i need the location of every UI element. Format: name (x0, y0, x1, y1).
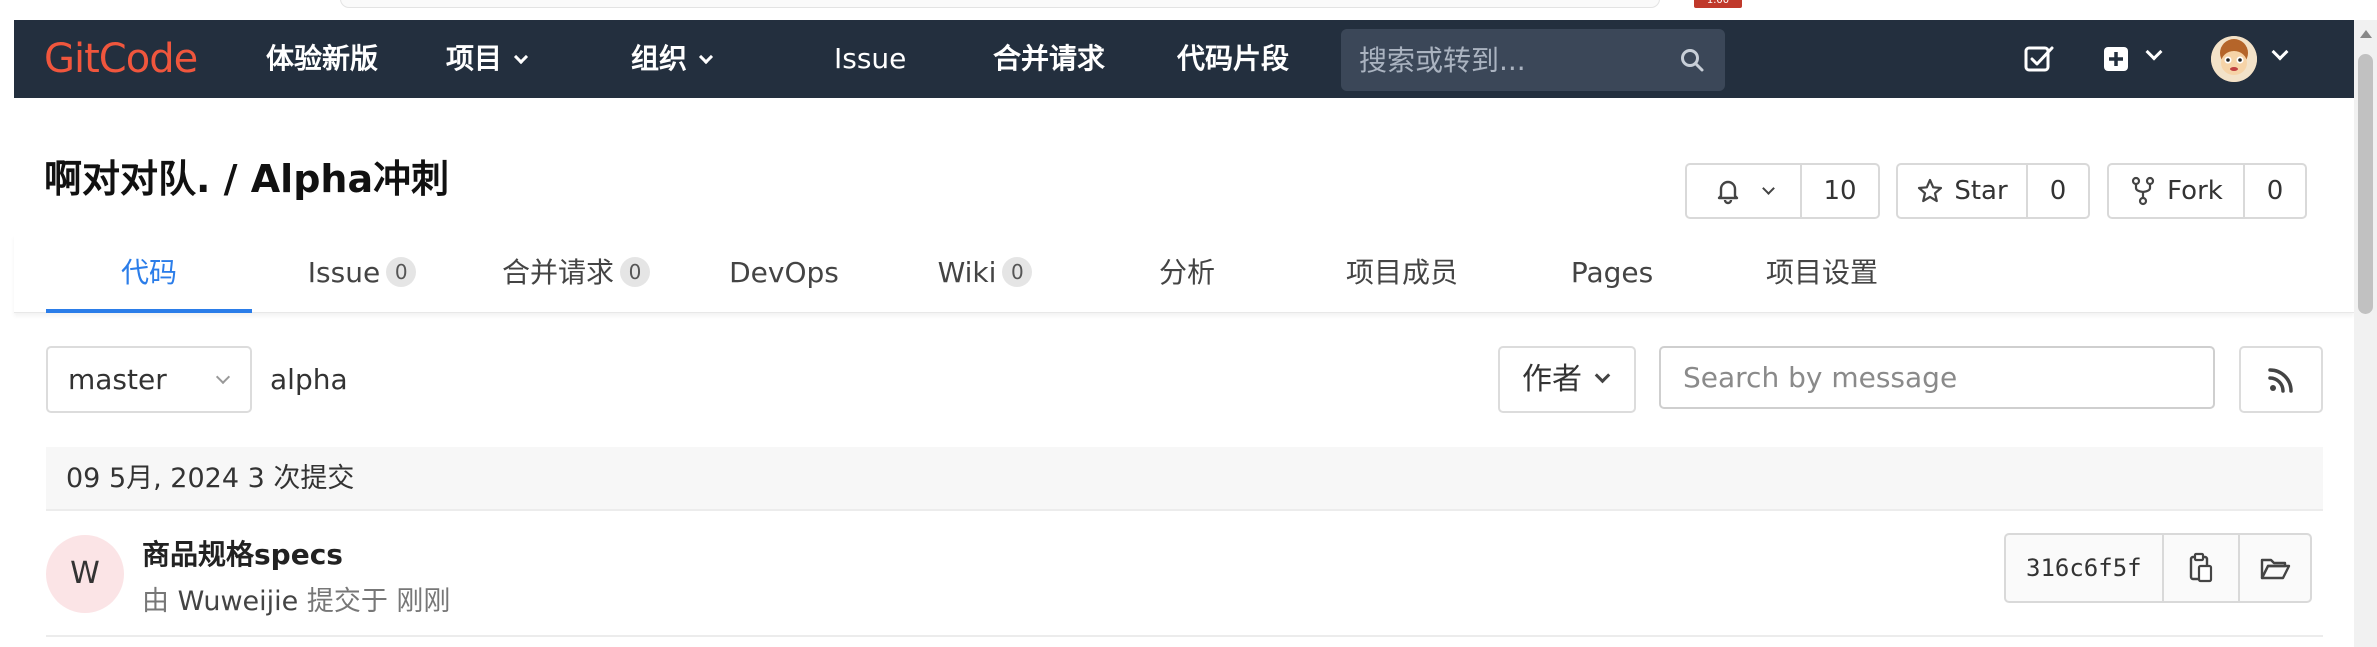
chevron-down-icon (1594, 367, 1611, 384)
nav-merge-requests-label: 合并请求 (993, 42, 1106, 75)
commit-meta-suffix: 提交于 刚刚 (306, 586, 451, 617)
branch-select[interactable]: master (46, 346, 252, 413)
browse-files-button[interactable] (2237, 535, 2310, 601)
star-button-group: Star 0 (1896, 163, 2090, 219)
chevron-down-icon (698, 49, 714, 65)
tab-issue-label: Issue (307, 256, 381, 289)
chevron-down-icon[interactable] (2145, 43, 2163, 61)
tab-settings[interactable]: 项目设置 (1752, 235, 1892, 313)
rss-feed-button[interactable] (2239, 346, 2323, 413)
nav-merge-requests[interactable]: 合并请求 (993, 20, 1105, 98)
commit-sha-group: 316c6f5f (2004, 533, 2312, 603)
tab-wiki-count: 0 (1002, 257, 1033, 287)
tab-analytics[interactable]: 分析 (1142, 235, 1232, 313)
global-search-input[interactable] (1341, 29, 1671, 91)
nav-projects[interactable]: 项目 (446, 20, 529, 98)
nav-issue-label: Issue (834, 42, 907, 75)
tab-devops[interactable]: DevOps (714, 235, 854, 313)
tab-issue-count: 0 (386, 257, 417, 287)
path-breadcrumb[interactable]: alpha (270, 363, 348, 396)
clipboard-icon (2189, 552, 2212, 583)
fork-count[interactable]: 0 (2243, 165, 2305, 217)
chevron-down-icon (215, 369, 231, 385)
chevron-down-icon (513, 49, 529, 65)
nav-groups[interactable]: 组织 (631, 20, 714, 98)
browser-badge: 1.00 (1694, 0, 1742, 8)
star-count[interactable]: 0 (2026, 165, 2088, 217)
avatar-image (2211, 36, 2257, 82)
global-search (1341, 29, 1725, 91)
star-button[interactable]: Star (1898, 165, 2026, 217)
chevron-down-icon[interactable] (2271, 43, 2289, 61)
copy-sha-button[interactable] (2161, 535, 2238, 601)
tab-analytics-label: 分析 (1158, 256, 1215, 289)
top-navbar: GitCode 体验新版 项目 组织 Issue 合并请求 代码片段 (14, 20, 2354, 98)
branch-select-value: master (68, 363, 167, 396)
nav-projects-label: 项目 (446, 42, 503, 75)
tab-wiki-label: Wiki (937, 256, 997, 289)
notification-settings-button[interactable] (1687, 165, 1800, 217)
commit-row: W 商品规格specs 由 Wuweijie 提交于 刚刚 316c6f5f (46, 513, 2323, 637)
tab-issue[interactable]: Issue 0 (296, 235, 428, 313)
commit-meta-prefix: 由 (142, 586, 169, 617)
commit-sha: 316c6f5f (2026, 554, 2142, 582)
rss-icon (2268, 368, 2293, 393)
scroll-up-arrow-icon[interactable] (2360, 30, 2372, 38)
chevron-down-icon (1762, 181, 1775, 195)
bell-icon (1717, 180, 1739, 205)
tab-code[interactable]: 代码 (46, 235, 252, 313)
fork-button[interactable]: Fork (2109, 165, 2243, 217)
commit-title[interactable]: 商品规格specs (142, 533, 343, 573)
user-avatar[interactable] (2211, 36, 2257, 82)
tab-members-label: 项目成员 (1345, 256, 1458, 289)
commit-day-header: 09 5月, 2024 3 次提交 (46, 447, 2323, 511)
star-icon (1918, 178, 1943, 203)
fork-label: Fork (2167, 176, 2223, 206)
page: GitCode 体验新版 项目 组织 Issue 合并请求 代码片段 搜索或转到… (14, 20, 2354, 647)
nav-groups-label: 组织 (631, 42, 688, 75)
author-filter-button[interactable]: 作者 (1498, 346, 1636, 413)
notification-button-group: 10 (1685, 163, 1880, 219)
tab-members[interactable]: 项目成员 (1332, 235, 1472, 313)
tab-code-label: 代码 (120, 256, 177, 289)
nav-try-new[interactable]: 体验新版 (266, 20, 378, 98)
gitcode-logo[interactable]: GitCode (44, 34, 198, 84)
tab-merge-requests-label: 合并请求 (501, 256, 614, 289)
scrollbar-thumb[interactable] (2358, 54, 2373, 314)
nav-issue[interactable]: Issue (834, 20, 906, 98)
project-tabs: 代码 Issue 0 合并请求 0 DevOps Wiki 0 分析 项目成员 Pag… (14, 235, 2354, 313)
browser-address-bar[interactable] (340, 0, 1660, 8)
commit-meta: 由 Wuweijie 提交于 刚刚 (142, 579, 450, 618)
star-label: Star (1954, 176, 2008, 206)
tab-merge-requests-count: 0 (620, 257, 650, 287)
commit-sha-link[interactable]: 316c6f5f (2006, 535, 2162, 601)
logo-text: GitCode (44, 36, 198, 82)
tab-merge-requests[interactable]: 合并请求 0 (486, 235, 666, 313)
nav-snippets[interactable]: 代码片段 (1177, 20, 1289, 98)
nav-snippets-label: 代码片段 (1177, 42, 1290, 75)
project-breadcrumb[interactable]: 啊对对队. / Alpha冲刺 (44, 148, 449, 203)
tab-pages[interactable]: Pages (1566, 235, 1658, 313)
tab-settings-label: 项目设置 (1765, 256, 1878, 289)
tab-devops-label: DevOps (729, 256, 839, 289)
search-icon[interactable] (1679, 47, 1705, 73)
nav-try-new-label: 体验新版 (266, 42, 379, 75)
vertical-scrollbar[interactable] (2354, 20, 2377, 647)
author-filter-label: 作者 (1522, 362, 1582, 397)
commit-message-search-input[interactable] (1659, 346, 2215, 409)
folder-open-icon (2260, 558, 2290, 580)
plus-square-icon[interactable] (2100, 42, 2134, 76)
commit-author-link[interactable]: Wuweijie (178, 586, 299, 617)
commit-author-avatar[interactable]: W (46, 535, 124, 613)
tab-pages-label: Pages (1570, 256, 1654, 289)
fork-button-group: Fork 0 (2107, 163, 2307, 219)
notification-count: 10 (1800, 165, 1878, 217)
todo-icon[interactable] (2022, 42, 2056, 76)
fork-icon (2132, 176, 2155, 206)
tab-wiki[interactable]: Wiki 0 (926, 235, 1044, 313)
browser-chrome: 1.00 (0, 0, 2377, 20)
